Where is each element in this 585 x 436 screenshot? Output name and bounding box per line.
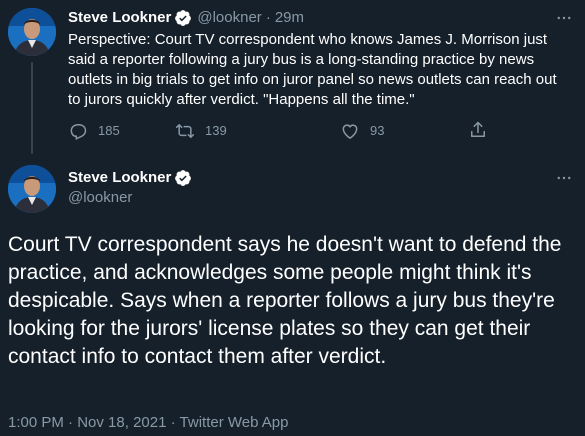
tweet-time[interactable]: 1:00 PM xyxy=(8,414,64,431)
separator-dot: · xyxy=(68,414,74,431)
separator-dot: · xyxy=(170,414,176,431)
tweet-actions: 185 139 93 xyxy=(62,120,502,142)
tweet-header: Steve Lookner xyxy=(68,168,192,188)
reply-count: 185 xyxy=(98,123,120,138)
tweet-header: Steve Lookner @lookner · 29m xyxy=(68,8,304,28)
relative-time[interactable]: 29m xyxy=(275,8,304,28)
handle[interactable]: @lookner xyxy=(197,8,261,28)
retweet-button[interactable]: 139 xyxy=(175,120,227,142)
handle[interactable]: @lookner xyxy=(68,188,132,208)
tweet-text: Perspective: Court TV correspondent who … xyxy=(68,31,557,108)
retweet-count: 139 xyxy=(205,123,227,138)
tweet-date[interactable]: Nov 18, 2021 xyxy=(77,414,166,431)
avatar[interactable] xyxy=(8,165,56,213)
more-horizontal-icon[interactable] xyxy=(554,8,574,28)
thread-connector-line xyxy=(31,62,33,154)
retweet-icon xyxy=(175,121,195,141)
share-icon xyxy=(468,120,488,140)
like-button[interactable]: 93 xyxy=(340,120,384,142)
separator-dot: · xyxy=(265,9,271,26)
tweet-timestamp: 1:00 PM · Nov 18, 2021 · Twitter Web App xyxy=(8,413,288,433)
reply-button[interactable]: 185 xyxy=(68,120,120,142)
verified-badge-icon xyxy=(174,9,192,27)
avatar[interactable] xyxy=(8,8,56,56)
display-name[interactable]: Steve Lookner xyxy=(68,8,171,28)
display-name[interactable]: Steve Lookner xyxy=(68,168,171,188)
reply-icon xyxy=(68,121,88,141)
tweet-source[interactable]: Twitter Web App xyxy=(180,414,289,431)
verified-badge-icon xyxy=(174,169,192,187)
heart-icon xyxy=(340,121,360,141)
like-count: 93 xyxy=(370,123,385,138)
more-horizontal-icon[interactable] xyxy=(554,168,574,188)
share-button[interactable] xyxy=(468,120,488,140)
tweet-text: Court TV correspondent says he doesn't w… xyxy=(8,233,562,368)
